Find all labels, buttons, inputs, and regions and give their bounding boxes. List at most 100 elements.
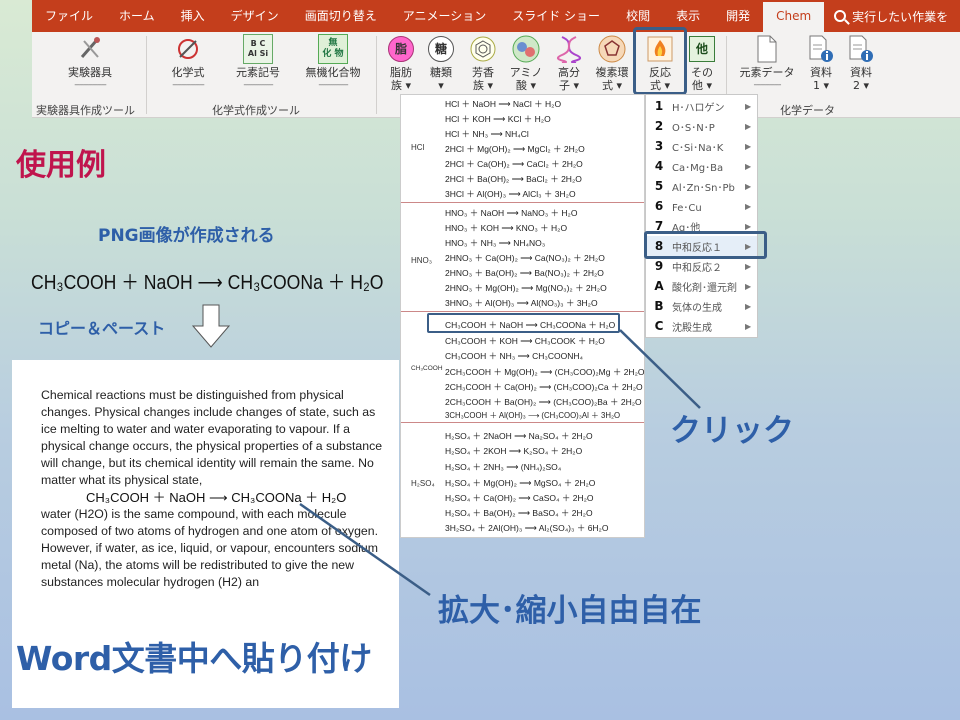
tab-developer[interactable]: 開発	[713, 0, 763, 32]
usage-title: 使用例	[16, 148, 106, 183]
tell-me-box[interactable]: 実行したい作業を	[834, 8, 948, 25]
fatty-icon: 脂	[388, 36, 414, 62]
lab-equipment-label: 実験器具	[68, 66, 112, 79]
reaction-item[interactable]: HCl ＋ KOH ⟶ KCl ＋ H₂O	[445, 113, 551, 125]
reaction-item[interactable]: 3HNO₃ ＋ Al(OH)₃ ⟶ Al(NO₃)₃ ＋ 3H₂O	[445, 297, 598, 309]
reaction-item[interactable]: HNO₃ ＋ KOH ⟶ KNO₃ ＋ H₂O	[445, 222, 567, 234]
reaction-category-menu: 1 H･ハロゲン ▶ 2 O･S･N･P ▶ 3 C･Si･Na･K ▶ 4 Ca･Mg･Ba…	[645, 94, 758, 338]
hno3-block: HNO₃ HNO₃ ＋ NaOH ⟶ NaNO₃ ＋ H₂O HNO₃ ＋ KO…	[401, 204, 644, 312]
reaction-item[interactable]: HCl ＋ NaOH ⟶ NaCl ＋ H₂O	[445, 98, 561, 110]
reaction-item[interactable]: 3HCl ＋ Al(OH)₃ ⟶ AlCl₃ ＋ 3H₂O	[445, 188, 576, 200]
inorganic-label: 無機化合物	[305, 66, 361, 79]
reaction-item[interactable]: H₂SO₄ ＋ 2NH₃ ⟶ (NH₄)₂SO₄	[445, 461, 561, 473]
reaction-item[interactable]: HNO₃ ＋ NaOH ⟶ NaNO₃ ＋ H₂O	[445, 207, 577, 219]
doc2-button[interactable]: 資料 2 ▾	[844, 34, 878, 92]
element-grid-icon: B C Al Si	[243, 34, 273, 64]
formula-button[interactable]: 化学式 --------------	[160, 34, 216, 92]
info-doc-icon	[806, 34, 836, 64]
reaction-button-highlight	[633, 27, 687, 95]
dna-icon	[554, 34, 584, 64]
formula-label: 化学式	[171, 66, 205, 79]
tab-slideshow[interactable]: スライド ショー	[499, 0, 613, 32]
down-arrow-icon	[192, 304, 230, 348]
zoom-annotation: 拡大･縮小自由自在	[438, 593, 702, 629]
menu-item-6[interactable]: 6 Fe･Cu ▶	[646, 196, 757, 216]
reaction-item[interactable]: CH₃COOH ＋ KOH ⟶ CH₃COOK ＋ H₂O	[445, 335, 605, 347]
search-icon	[834, 10, 847, 22]
amino-button[interactable]: アミノ酸 ▾	[506, 34, 546, 92]
reaction-item[interactable]: 2HNO₃ ＋ Ba(OH)₂ ⟶ Ba(NO₃)₂ ＋ 2H₂O	[445, 267, 604, 279]
menu-item-4[interactable]: 4 Ca･Mg･Ba ▶	[646, 156, 757, 176]
reaction-item[interactable]: 3CH₃COOH ＋ Al(OH)₃ ⟶ (CH₃COO)₃Al ＋ 3H₂O	[445, 410, 620, 421]
reaction-item[interactable]: 2CH₃COOH ＋ Ba(OH)₂ ⟶ (CH₃COO)₂Ba ＋ 2H₂O	[445, 396, 642, 408]
reaction-item[interactable]: 2CH₃COOH ＋ Ca(OH)₂ ⟶ (CH₃COO)₂Ca ＋ 2H₂O	[445, 381, 643, 393]
reaction-item[interactable]: 2HNO₃ ＋ Ca(OH)₂ ⟶ Ca(NO₃)₂ ＋ 2H₂O	[445, 252, 605, 264]
tab-file[interactable]: ファイル	[32, 0, 106, 32]
fatty-button[interactable]: 脂 脂肪族 ▾	[384, 34, 418, 92]
reaction-item[interactable]: 2HCl ＋ Mg(OH)₂ ⟶ MgCl₂ ＋ 2H₂O	[445, 143, 585, 155]
lab-equipment-button[interactable]: 実験器具 --------------	[60, 34, 120, 92]
heterocycle-icon	[597, 34, 627, 64]
chevron-right-icon: ▶	[745, 321, 752, 331]
reaction-item[interactable]: H₂SO₄ ＋ Mg(OH)₂ ⟶ MgSO₄ ＋ 2H₂O	[445, 477, 595, 489]
reaction-item[interactable]: H₂SO₄ ＋ 2KOH ⟶ K₂SO₄ ＋ 2H₂O	[445, 445, 582, 457]
reaction-item[interactable]: 2HNO₃ ＋ Mg(OH)₂ ⟶ Mg(NO₃)₂ ＋ 2H₂O	[445, 282, 607, 294]
menu-item-1[interactable]: 1 H･ハロゲン ▶	[646, 96, 757, 116]
reaction-item[interactable]: 2HCl ＋ Ca(OH)₂ ⟶ CaCl₂ ＋ 2H₂O	[445, 158, 583, 170]
tab-home[interactable]: ホーム	[106, 0, 168, 32]
copy-paste-note: コピー＆ペースト	[38, 319, 166, 338]
reaction-item[interactable]: H₂SO₄ ＋ Ca(OH)₂ ⟶ CaSO₄ ＋ 2H₂O	[445, 492, 594, 504]
h2so4-block: H₂SO₄ H₂SO₄ ＋ 2NaOH ⟶ Na₂SO₄ ＋ 2H₂O H₂SO…	[401, 425, 644, 537]
reaction-item[interactable]: 3H₂SO₄ ＋ 2Al(OH)₃ ⟶ Al₂(SO₄)₃ ＋ 6H₂O	[445, 522, 608, 534]
tab-animations[interactable]: アニメーション	[390, 0, 500, 32]
menu-item-2[interactable]: 2 O･S･N･P ▶	[646, 116, 757, 136]
menu-item-3[interactable]: 3 C･Si･Na･K ▶	[646, 136, 757, 156]
chevron-right-icon: ▶	[745, 161, 752, 171]
element-data-label: 元素データ	[739, 66, 795, 79]
chevron-right-icon: ▶	[745, 141, 752, 151]
heterocycle-button[interactable]: 複素環式 ▾	[590, 34, 634, 92]
other-button[interactable]: 他 その他 ▾	[686, 34, 718, 92]
reaction-item[interactable]: 2HCl ＋ Ba(OH)₂ ⟶ BaCl₂ ＋ 2H₂O	[445, 173, 582, 185]
reaction-item[interactable]: H₂SO₄ ＋ 2NaOH ⟶ Na₂SO₄ ＋ 2H₂O	[445, 430, 593, 442]
polymer-button[interactable]: 高分子 ▾	[552, 34, 586, 92]
reaction-item[interactable]: 2CH₃COOH ＋ Mg(OH)₂ ⟶ (CH₃COO)₂Mg ＋ 2H₂O	[445, 366, 645, 378]
click-annotation: クリック	[670, 413, 794, 449]
lab-tools-icon	[75, 34, 105, 64]
other-icon: 他	[689, 36, 715, 62]
h2so4-label: H₂SO₄	[411, 479, 435, 488]
tab-design[interactable]: デザイン	[218, 0, 292, 32]
formula-pen-icon	[173, 34, 203, 64]
inorganic-button[interactable]: 無化 物 無機化合物 -------------	[296, 34, 370, 92]
element-symbol-label: 元素記号	[236, 66, 280, 79]
element-symbol-button[interactable]: B C Al Si 元素記号 -------------	[228, 34, 288, 92]
reaction-item[interactable]: HCl ＋ NH₃ ⟶ NH₄Cl	[445, 128, 529, 140]
menu-item-c[interactable]: C 沈殿生成 ▶	[646, 316, 757, 336]
hno3-label: HNO₃	[411, 256, 433, 265]
benzene-icon	[468, 34, 498, 64]
sugar-button[interactable]: 糖 糖類 ▾	[424, 34, 458, 92]
menu-item-9[interactable]: 9 中和反応２ ▶	[646, 256, 757, 276]
hcl-block: HCl HCl ＋ NaOH ⟶ NaCl ＋ H₂O HCl ＋ KOH ⟶ …	[401, 95, 644, 203]
chevron-right-icon: ▶	[745, 121, 752, 131]
tab-chem[interactable]: Chem	[763, 2, 825, 32]
chem-data-group-label: 化学データ	[780, 104, 835, 117]
reaction-item[interactable]: CH₃COOH ＋ NH₃ ⟶ CH₃COONH₄	[445, 350, 583, 362]
info-doc-icon	[846, 34, 876, 64]
chevron-right-icon: ▶	[745, 261, 752, 271]
aromatic-button[interactable]: 芳香族 ▾	[466, 34, 500, 92]
menu-item-5[interactable]: 5 Al･Zn･Sn･Pb ▶	[646, 176, 757, 196]
menu-item-b[interactable]: B 気体の生成 ▶	[646, 296, 757, 316]
element-data-button[interactable]: 元素データ ------------	[734, 34, 800, 92]
doc1-button[interactable]: 資料 1 ▾	[804, 34, 838, 92]
selected-reaction-highlight	[427, 313, 620, 333]
tab-insert[interactable]: 挿入	[168, 0, 218, 32]
reaction-item[interactable]: HNO₃ ＋ NH₃ ⟶ NH₄NO₃	[445, 237, 545, 249]
document-icon	[752, 34, 782, 64]
tab-transitions[interactable]: 画面切り替え	[292, 0, 390, 32]
chevron-right-icon: ▶	[745, 101, 752, 111]
lab-group-label: 実験器具作成ツール	[36, 104, 135, 117]
reaction-item[interactable]: H₂SO₄ ＋ Ba(OH)₂ ⟶ BaSO₄ ＋ 2H₂O	[445, 507, 593, 519]
menu-item-a[interactable]: A 酸化剤･還元剤 ▶	[646, 276, 757, 296]
chevron-right-icon: ▶	[745, 221, 752, 231]
